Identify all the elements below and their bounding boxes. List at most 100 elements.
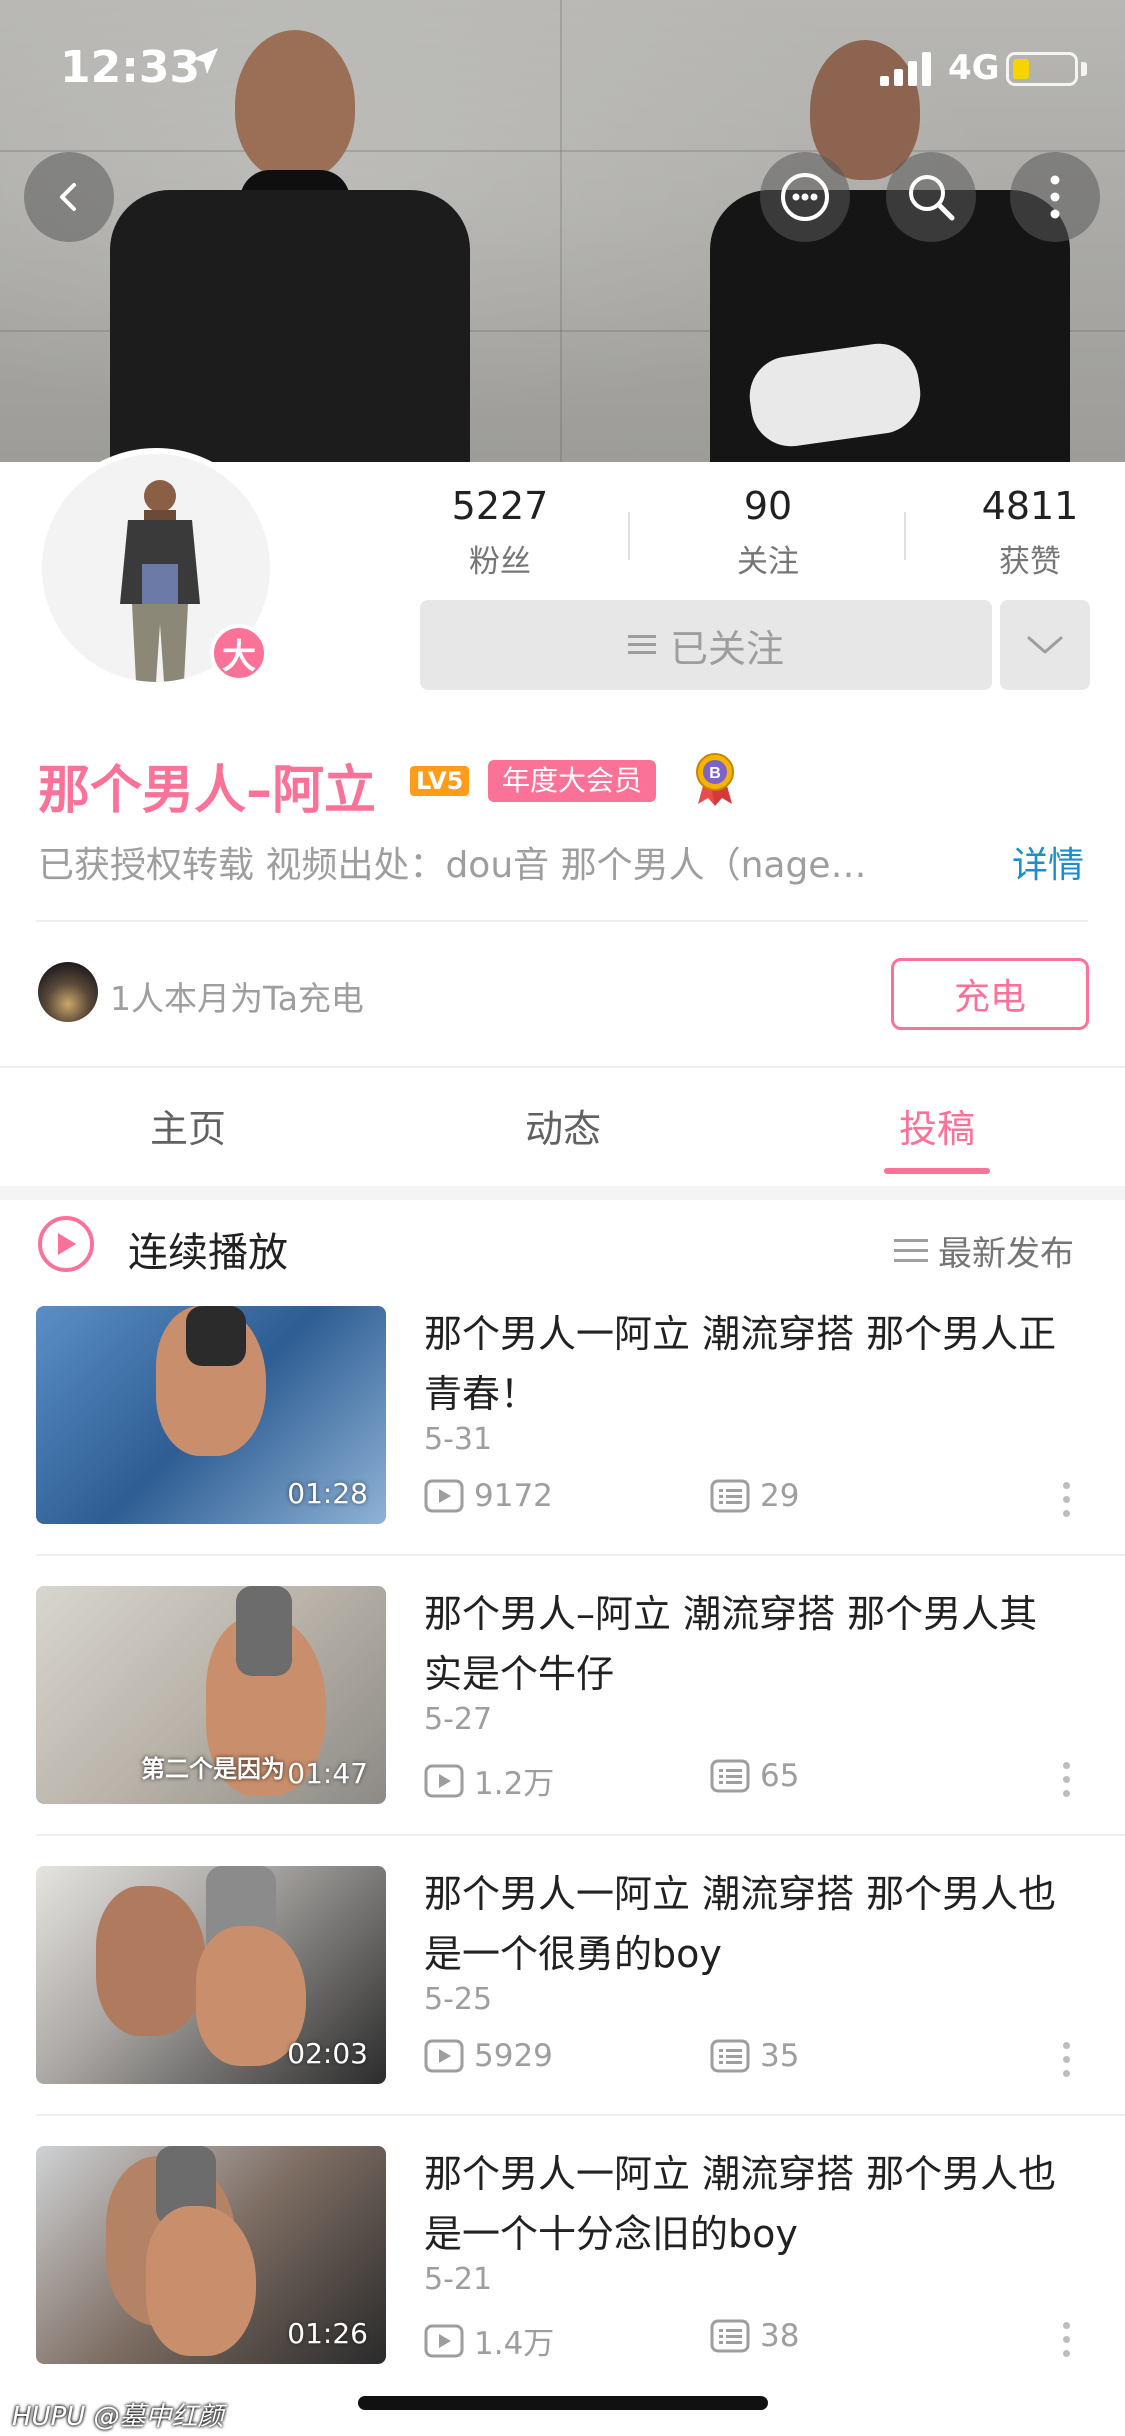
chevron-down-icon xyxy=(1027,636,1063,654)
chat-bubble-icon xyxy=(781,173,829,221)
video-thumbnail[interactable]: 第二个是因为 01:47 xyxy=(36,1586,386,1804)
video-comments-value: 35 xyxy=(760,2038,800,2074)
video-comments-value: 38 xyxy=(760,2318,800,2354)
video-views-value: 9172 xyxy=(474,1478,553,1514)
video-date: 5-27 xyxy=(424,1702,493,1737)
profile-stats: 5227 粉丝 90 关注 4811 获赞 xyxy=(420,484,1105,584)
video-date: 5-21 xyxy=(424,2262,493,2297)
play-count-icon xyxy=(424,1764,464,1797)
video-comments: 35 xyxy=(710,2038,799,2074)
tab-dynamics[interactable]: 动态 xyxy=(443,1098,683,1153)
detail-link[interactable]: 详情 xyxy=(1012,836,1084,888)
sort-button[interactable]: 最新发布 xyxy=(894,1226,1074,1275)
continuous-play-label[interactable]: 连续播放 xyxy=(128,1220,288,1278)
username: 那个男人–阿立 xyxy=(38,761,377,821)
video-comments-value: 65 xyxy=(760,1758,800,1794)
network-type: 4G xyxy=(948,48,1000,88)
bio-text: 已获授权转载 视频出处：dou音 那个男人（nage… xyxy=(38,845,867,886)
video-duration: 01:26 xyxy=(287,2317,368,2350)
watermark-text: HUPU @墓中红颜 xyxy=(12,2402,224,2432)
official-verification-badge: 大 xyxy=(210,624,268,682)
video-comments: 65 xyxy=(710,1758,799,1794)
charger-avatar[interactable] xyxy=(38,962,98,1022)
level-badge: LV5 xyxy=(410,766,470,796)
video-thumbnail[interactable]: 01:26 xyxy=(36,2146,386,2364)
search-icon xyxy=(909,175,955,221)
video-duration: 02:03 xyxy=(287,2037,368,2070)
follow-dropdown-button[interactable] xyxy=(1000,600,1090,690)
playlist-controls: 连续播放 最新发布 xyxy=(0,1212,1125,1282)
video-duration: 01:28 xyxy=(287,1477,368,1510)
charge-info-text[interactable]: 1人本月为Ta充电 xyxy=(110,972,364,1020)
video-comments: 29 xyxy=(710,1478,799,1514)
video-title[interactable]: 那个男人一阿立 潮流穿搭 那个男人也是一个很勇的boy xyxy=(424,1864,1074,1984)
stat-following-value: 90 xyxy=(743,484,793,528)
video-more-button[interactable] xyxy=(1060,2042,1072,2086)
charge-row: 1人本月为Ta充电 充电 xyxy=(38,958,1089,1030)
video-item[interactable]: 02:03 那个男人一阿立 潮流穿搭 那个男人也是一个很勇的boy 5-25 5… xyxy=(0,1866,1125,2146)
cellular-signal-icon xyxy=(880,52,931,86)
video-views: 1.2万 xyxy=(424,1758,554,1803)
video-thumbnail[interactable]: 01:28 xyxy=(36,1306,386,1524)
video-views: 5929 xyxy=(424,2038,553,2074)
back-button[interactable] xyxy=(24,152,114,242)
comment-count-icon xyxy=(710,2319,750,2353)
video-title[interactable]: 那个男人一阿立 潮流穿搭 那个男人也是一个十分念旧的boy xyxy=(424,2144,1074,2264)
profile-page: 12:33 4G 大 5227 粉丝 90 关注 4811 获赞 已关注 那个男… xyxy=(0,0,1125,2436)
video-comments: 38 xyxy=(710,2318,799,2354)
divider xyxy=(36,1834,1125,1836)
video-more-button[interactable] xyxy=(1060,2322,1072,2366)
stat-likes-label: 获赞 xyxy=(999,544,1061,580)
video-comments-value: 29 xyxy=(760,1478,800,1514)
charge-button[interactable]: 充电 xyxy=(891,958,1089,1030)
video-meta: 9172 29 xyxy=(424,1478,1074,1522)
video-meta: 1.4万 38 xyxy=(424,2318,1074,2362)
annual-vip-badge[interactable]: 年度大会员 xyxy=(488,760,657,802)
video-views: 9172 xyxy=(424,1478,553,1514)
followed-button[interactable]: 已关注 xyxy=(420,600,992,690)
more-options-button[interactable] xyxy=(1010,152,1100,242)
stat-following[interactable]: 90 关注 xyxy=(668,484,868,581)
video-views: 1.4万 xyxy=(424,2318,554,2363)
stat-divider xyxy=(628,512,630,560)
message-button[interactable] xyxy=(760,152,850,242)
divider xyxy=(36,920,1088,922)
home-indicator[interactable] xyxy=(358,2396,768,2410)
comment-count-icon xyxy=(710,1759,750,1793)
video-views-value: 5929 xyxy=(474,2038,553,2074)
tab-submissions[interactable]: 投稿 xyxy=(817,1098,1057,1153)
video-thumbnail[interactable]: 02:03 xyxy=(36,1866,386,2084)
video-item[interactable]: 01:26 那个男人一阿立 潮流穿搭 那个男人也是一个十分念旧的boy 5-21… xyxy=(0,2146,1125,2426)
play-count-icon xyxy=(424,2039,464,2073)
video-thumbnail-caption: 第二个是因为 xyxy=(141,1755,285,1783)
video-title[interactable]: 那个男人–阿立 潮流穿搭 那个男人其实是个牛仔 xyxy=(424,1584,1074,1704)
video-item[interactable]: 01:28 那个男人一阿立 潮流穿搭 那个男人正青春！ 5-31 9172 29 xyxy=(0,1306,1125,1586)
stat-divider xyxy=(904,512,906,560)
continuous-play-button[interactable] xyxy=(38,1216,94,1272)
medal-icon[interactable]: B xyxy=(690,752,740,806)
divider xyxy=(36,1554,1125,1556)
chevron-left-icon xyxy=(60,183,76,211)
stat-fans-label: 粉丝 xyxy=(469,544,531,580)
video-more-button[interactable] xyxy=(1060,1762,1072,1806)
stat-fans-value: 5227 xyxy=(451,484,549,528)
sort-label: 最新发布 xyxy=(938,1234,1074,1274)
stat-fans[interactable]: 5227 粉丝 xyxy=(400,484,600,581)
location-arrow-icon xyxy=(192,48,218,74)
stat-likes: 4811 获赞 xyxy=(930,484,1125,581)
play-icon xyxy=(58,1233,76,1255)
play-count-icon xyxy=(424,1479,464,1513)
tab-home[interactable]: 主页 xyxy=(68,1098,308,1153)
status-time: 12:33 xyxy=(60,42,201,93)
status-bar: 12:33 4G xyxy=(0,0,1125,140)
video-views-value: 1.4万 xyxy=(474,2326,555,2362)
search-button[interactable] xyxy=(886,152,976,242)
video-date: 5-25 xyxy=(424,1982,493,2017)
profile-tabs: 主页 动态 投稿 xyxy=(0,1068,1125,1186)
video-item[interactable]: 第二个是因为 01:47 那个男人–阿立 潮流穿搭 那个男人其实是个牛仔 5-2… xyxy=(0,1586,1125,1866)
video-views-value: 1.2万 xyxy=(474,1766,555,1802)
video-title[interactable]: 那个男人一阿立 潮流穿搭 那个男人正青春！ xyxy=(424,1304,1074,1424)
comment-count-icon xyxy=(710,1479,750,1513)
vertical-dots-icon xyxy=(1050,175,1060,219)
video-more-button[interactable] xyxy=(1060,1482,1072,1526)
